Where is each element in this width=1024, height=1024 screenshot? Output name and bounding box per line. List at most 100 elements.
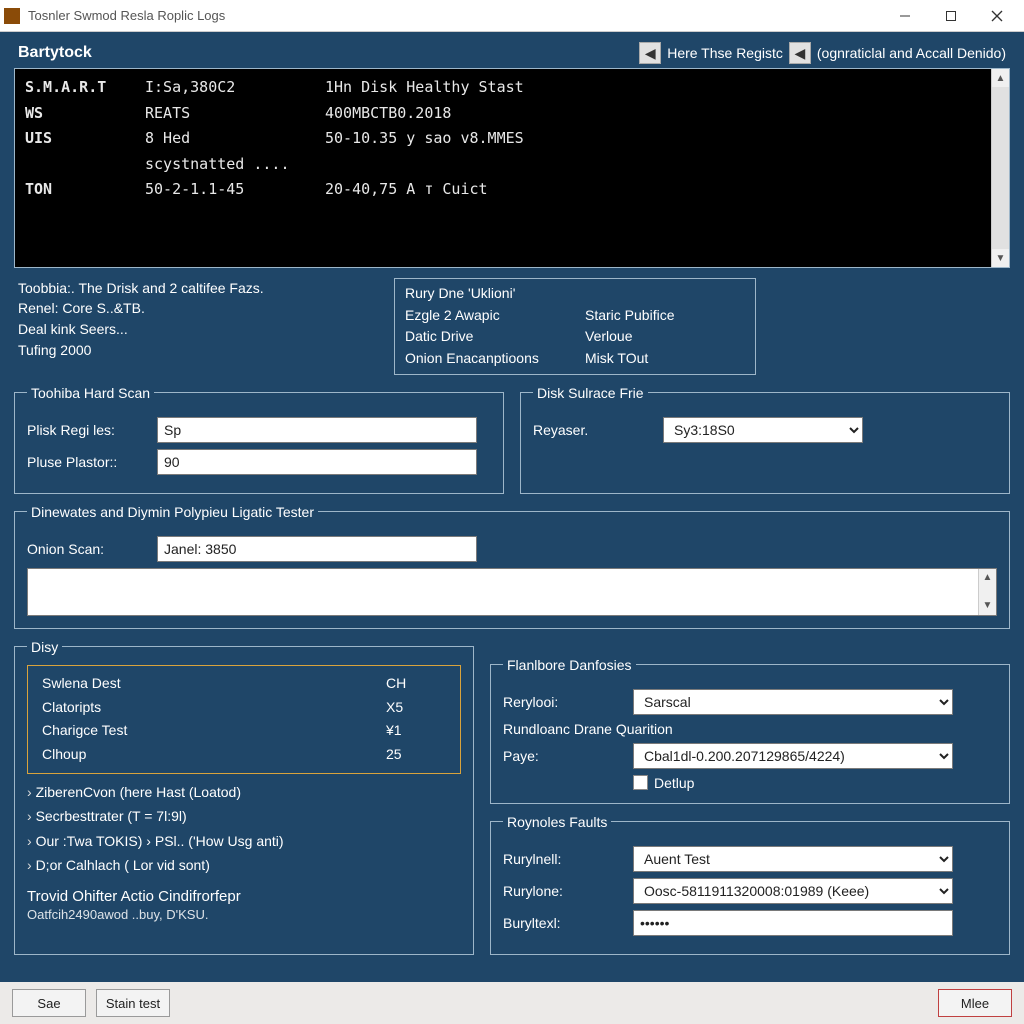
- title-bar: Tosnler Swmod Resla Roplic Logs: [0, 0, 1024, 32]
- info-cell: Onion Enacanptioons: [405, 348, 585, 370]
- roynoles-legend: Roynoles Faults: [503, 814, 611, 830]
- mlee-button[interactable]: Mlee: [938, 989, 1012, 1017]
- disy-key: Clhoup: [42, 743, 386, 767]
- log-nav-label-1: Here Thse Registc: [667, 45, 783, 61]
- disy-key: Charigce Test: [42, 719, 386, 743]
- info-left-title: Toobbia:. The Drisk and 2 caltifee Fazs.: [18, 280, 370, 296]
- disy-val: 25: [386, 743, 446, 767]
- roynoles-f2-label: Rurylone:: [503, 883, 633, 899]
- window-title: Tosnler Swmod Resla Roplic Logs: [28, 8, 882, 23]
- scroll-up-icon[interactable]: ▲: [992, 69, 1009, 87]
- disy-sub-title: Trovid Ohifter Actio Cindifrorfepr: [27, 888, 461, 905]
- close-button[interactable]: [974, 0, 1020, 32]
- roynoles-f3-input[interactable]: [633, 910, 953, 936]
- roynoles-f2-select[interactable]: Oosc-5811911320008:01989 (Keee): [633, 878, 953, 904]
- log-nav-prev-1[interactable]: ◀: [639, 42, 661, 64]
- log-nav-label-2: (ognraticlal and Accall Denido): [817, 45, 1006, 61]
- flanbore-line2: Rundloanc Drane Quarition: [503, 721, 997, 737]
- tester-input[interactable]: [157, 536, 477, 562]
- log-cell: 50-2-1.1-45: [145, 177, 325, 203]
- list-item[interactable]: Secrbesttrater (T = 7l:9l): [27, 804, 461, 829]
- log-cell: WS: [25, 101, 145, 127]
- log-header: Bartytock ◀ Here Thse Registc ◀ (ognrati…: [14, 42, 1010, 68]
- log-cell: 50-10.35 y sao v8.MMES: [325, 126, 554, 177]
- flanbore-f1-select[interactable]: Sarscal: [633, 689, 953, 715]
- log-section-label: Bartytock: [18, 44, 639, 62]
- log-cell: REATS: [145, 101, 325, 127]
- stain-test-button[interactable]: Stain test: [96, 989, 170, 1017]
- detlup-checkbox[interactable]: [633, 775, 648, 790]
- flanbore-group: Flanlbore Danfosies Rerylooi: Sarscal Ru…: [490, 657, 1010, 804]
- log-cell: 20-40,75 A т Cuict: [325, 177, 554, 203]
- info-line: Tufing 2000: [18, 340, 370, 361]
- minimize-button[interactable]: [882, 0, 928, 32]
- hard-scan-field1-label: Plisk Regi les:: [27, 422, 157, 438]
- tester-legend: Dinewates and Diymin Polypieu Ligatic Te…: [27, 504, 318, 520]
- disy-key: Clatoripts: [42, 696, 386, 720]
- disy-val: ¥1: [386, 719, 446, 743]
- log-nav-prev-2[interactable]: ◀: [789, 42, 811, 64]
- hard-scan-legend: Toohiba Hard Scan: [27, 385, 154, 401]
- info-cell: Datic Drive: [405, 326, 585, 348]
- scroll-down-icon[interactable]: ▼: [979, 597, 996, 615]
- flanbore-f2-label: Paye:: [503, 748, 633, 764]
- hard-scan-group: Toohiba Hard Scan Plisk Regi les: Pluse …: [14, 385, 504, 494]
- surface-select[interactable]: Sy3:18S0: [663, 417, 863, 443]
- log-console: S.M.A.R.TI:Sa,380C21Hn Disk Healthy Stas…: [14, 68, 1010, 268]
- list-item[interactable]: Our :Twa TOKIS) › PSl.. ('How Usg anti): [27, 829, 461, 854]
- log-table: S.M.A.R.TI:Sa,380C21Hn Disk Healthy Stas…: [25, 75, 554, 203]
- maximize-button[interactable]: [928, 0, 974, 32]
- log-cell: 8 Hed scystnatted ....: [145, 126, 325, 177]
- log-cell: 1Hn Disk Healthy Stast: [325, 75, 554, 101]
- roynoles-f1-select[interactable]: Auent Test: [633, 846, 953, 872]
- tester-textarea[interactable]: ▲ ▼: [27, 568, 997, 616]
- flanbore-f2-select[interactable]: Cbal1dl-0.200.207129865/4224): [633, 743, 953, 769]
- surface-label: Reyaser.: [533, 422, 663, 438]
- surface-group: Disk Sulrace Frie Reyaser. Sy3:18S0: [520, 385, 1010, 494]
- log-cell: UIS: [25, 126, 145, 177]
- info-line: Renel: Core S..&TB.: [18, 298, 370, 319]
- roynoles-f1-label: Rurylnell:: [503, 851, 633, 867]
- disy-table: Swlena DestCH ClatoriptsX5 Charigce Test…: [27, 665, 461, 774]
- roynoles-f3-label: Buryltexl:: [503, 915, 633, 931]
- disy-legend: Disy: [27, 639, 62, 655]
- hard-scan-field2-label: Pluse Plastor::: [27, 454, 157, 470]
- disy-val: X5: [386, 696, 446, 720]
- info-cell: Ezgle 2 Awapic: [405, 305, 585, 327]
- footer-bar: Sae Stain test Mlee: [0, 982, 1024, 1024]
- info-block-left: Toobbia:. The Drisk and 2 caltifee Fazs.…: [14, 278, 374, 375]
- info-block-right: Rury Dne 'Uklioni' Ezgle 2 Awapic Staric…: [394, 278, 756, 375]
- save-button[interactable]: Sae: [12, 989, 86, 1017]
- info-cell: Verloue: [585, 326, 745, 348]
- info-cell: Misk TOut: [585, 348, 745, 370]
- log-cell: 400MBCTB0.2018: [325, 101, 554, 127]
- roynoles-group: Roynoles Faults Rurylnell: Auent Test Ru…: [490, 814, 1010, 955]
- disy-sub-small: Oatfcih2490awod ..buy, D'KSU.: [27, 907, 461, 922]
- info-line: Deal kink Seers...: [18, 319, 370, 340]
- detlup-label: Detlup: [654, 775, 694, 791]
- scroll-up-icon[interactable]: ▲: [979, 569, 996, 587]
- disy-key: Swlena Dest: [42, 672, 386, 696]
- surface-legend: Disk Sulrace Frie: [533, 385, 648, 401]
- log-cell: TON: [25, 177, 145, 203]
- info-cell: Staric Pubifice: [585, 305, 745, 327]
- disy-list: ZiberenCvon (here Hast (Loatod) Secrbest…: [27, 780, 461, 878]
- disy-val: CH: [386, 672, 446, 696]
- log-scrollbar[interactable]: ▲ ▼: [991, 69, 1009, 267]
- tester-scrollbar[interactable]: ▲ ▼: [978, 569, 996, 615]
- disy-group: Disy Swlena DestCH ClatoriptsX5 Charigce…: [14, 639, 474, 955]
- list-item[interactable]: D;or Calhlach ( Lor vid sont): [27, 853, 461, 878]
- tester-label: Onion Scan:: [27, 541, 157, 557]
- hard-scan-field1-input[interactable]: [157, 417, 477, 443]
- log-cell: I:Sa,380C2: [145, 75, 325, 101]
- log-console-body: S.M.A.R.TI:Sa,380C21Hn Disk Healthy Stas…: [15, 69, 991, 267]
- tester-group: Dinewates and Diymin Polypieu Ligatic Te…: [14, 504, 1010, 629]
- hard-scan-field2-input[interactable]: [157, 449, 477, 475]
- scroll-track[interactable]: [992, 87, 1009, 249]
- info-right-title: Rury Dne 'Uklioni': [405, 283, 745, 305]
- list-item[interactable]: ZiberenCvon (here Hast (Loatod): [27, 780, 461, 805]
- app-icon: [4, 8, 20, 24]
- log-cell: S.M.A.R.T: [25, 75, 145, 101]
- flanbore-f1-label: Rerylooi:: [503, 694, 633, 710]
- scroll-down-icon[interactable]: ▼: [992, 249, 1009, 267]
